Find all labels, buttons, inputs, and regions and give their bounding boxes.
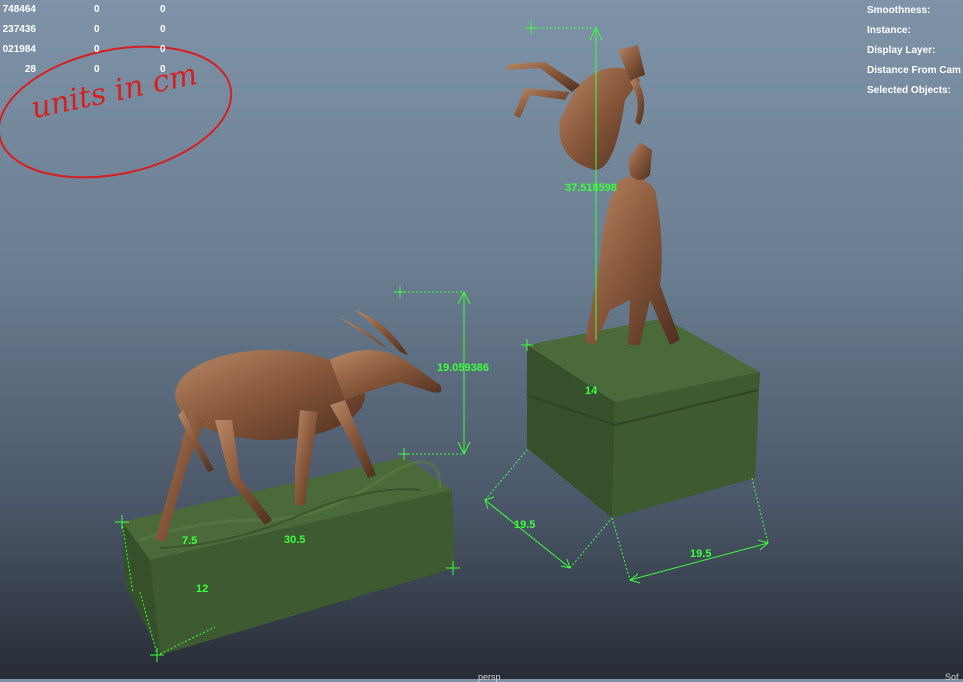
selected-objects-label: Selected Objects: — [867, 85, 951, 96]
display-layer-label: Display Layer: — [867, 45, 936, 56]
instance-label: Instance: — [867, 25, 911, 36]
smoothness-label: Smoothness: — [867, 5, 931, 16]
right-base[interactable] — [526, 318, 760, 518]
object-info-hud: Smoothness: Instance: Display Layer: Dis… — [0, 0, 963, 100]
distance-from-camera-label: Distance From Cam — [867, 65, 961, 76]
camera-name-label: persp — [478, 672, 501, 682]
corner-label: Sof — [945, 672, 959, 682]
